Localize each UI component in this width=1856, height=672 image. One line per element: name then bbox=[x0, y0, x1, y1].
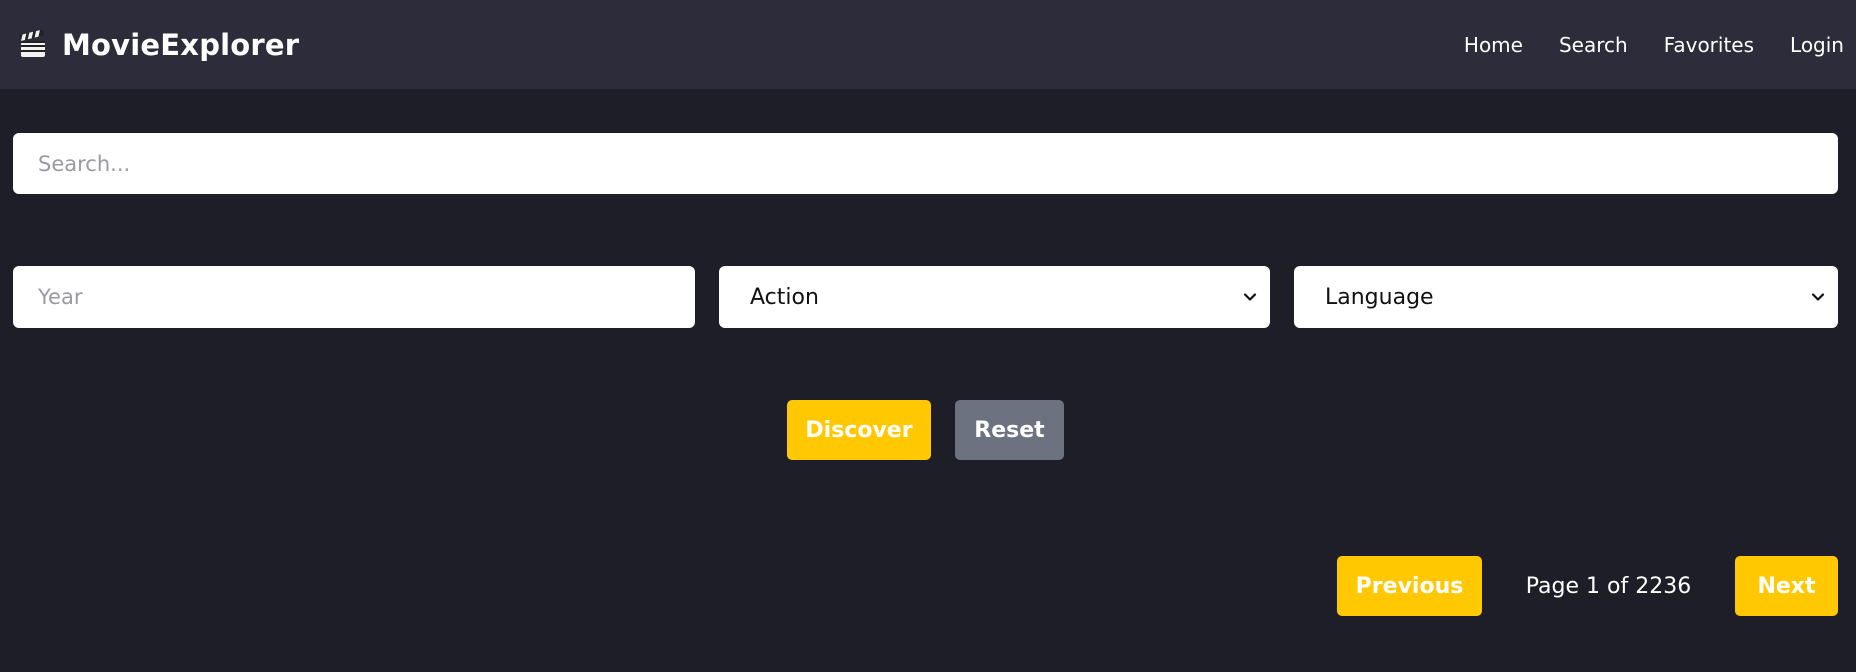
brand-name: MovieExplorer bbox=[62, 27, 300, 62]
discover-button[interactable]: Discover bbox=[787, 400, 931, 460]
next-page-button[interactable]: Next bbox=[1735, 556, 1838, 616]
nav-search-link[interactable]: Search bbox=[1559, 33, 1628, 57]
language-select[interactable]: Language bbox=[1294, 266, 1838, 328]
language-select-value: Language bbox=[1325, 284, 1434, 310]
search-input[interactable] bbox=[13, 133, 1838, 194]
nav-favorites-link[interactable]: Favorites bbox=[1664, 33, 1754, 57]
top-navbar: MovieExplorer Home Search Favorites Logi… bbox=[0, 0, 1856, 89]
brand[interactable]: MovieExplorer bbox=[18, 28, 299, 62]
genre-select[interactable]: Action bbox=[719, 266, 1270, 328]
nav-home-link[interactable]: Home bbox=[1464, 33, 1523, 57]
chevron-down-icon bbox=[1811, 293, 1825, 301]
year-input[interactable] bbox=[13, 266, 695, 328]
clapperboard-icon bbox=[19, 29, 45, 57]
genre-select-value: Action bbox=[750, 284, 819, 310]
previous-page-button[interactable]: Previous bbox=[1337, 556, 1482, 616]
chevron-down-icon bbox=[1243, 293, 1257, 301]
nav-login-link[interactable]: Login bbox=[1790, 33, 1844, 57]
page-indicator: Page 1 of 2236 bbox=[1525, 573, 1692, 599]
reset-button[interactable]: Reset bbox=[955, 400, 1064, 460]
main-nav: Home Search Favorites Login bbox=[1464, 33, 1844, 57]
